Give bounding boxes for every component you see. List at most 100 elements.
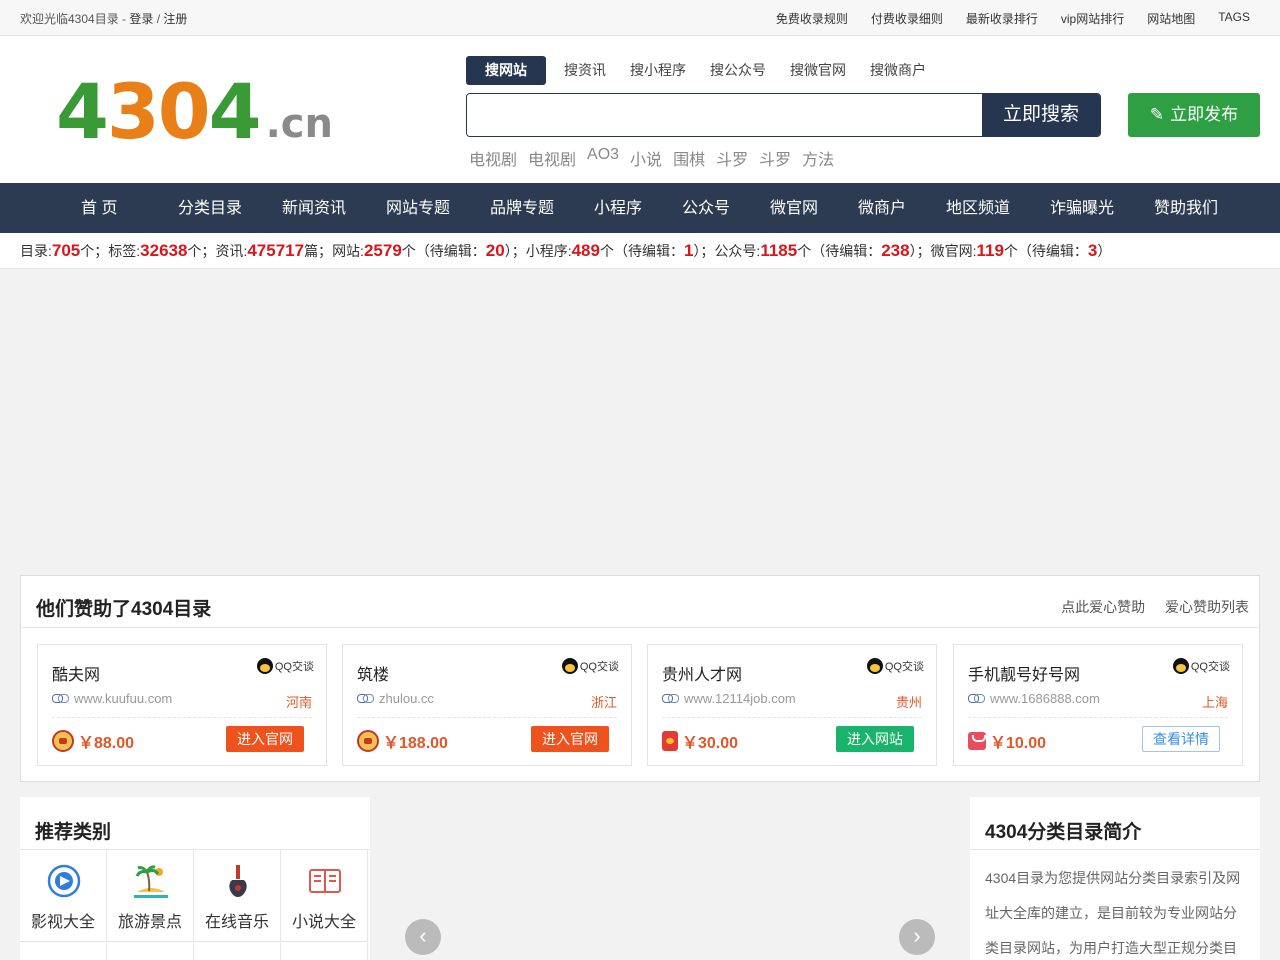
latest-ranking-link[interactable]: 最新收录排行 [966,10,1038,27]
site-logo[interactable]: 4 3 0 4 .cn [56,67,333,156]
qq-chat-button[interactable]: QQ交谈 [256,658,314,674]
qq-chat-button[interactable]: QQ交谈 [866,658,924,674]
visit-site-button[interactable]: 进入官网 [531,726,609,752]
sponsor-name[interactable]: 手机靓号好号网 [968,661,1080,685]
logo-digit: 3 [106,67,160,156]
sponsor-price: ￥10.00 [968,729,1046,753]
sponsor-url-text: www.12114job.com [684,691,796,706]
stat-value: 705 [51,241,81,260]
sponsor-url: www.kuufuu.com [52,691,172,706]
nav-micro-site[interactable]: 微官网 [770,183,818,233]
slider-next-button[interactable]: › [899,919,935,955]
recommended-categories: 推荐类别 影视大全 旅游景点 在线音乐 小说大全 [20,797,370,960]
tab-search-news[interactable]: 搜资讯 [552,56,618,85]
hot-keyword[interactable]: 方法 [802,146,834,170]
red-envelope-icon [662,731,678,751]
register-link[interactable]: 注册 [163,12,187,26]
category-film[interactable]: 影视大全 [20,850,107,942]
paid-rules-link[interactable]: 付费收录细则 [871,10,943,27]
visit-site-button[interactable]: 进入网站 [836,726,914,752]
sponsor-now-link[interactable]: 点此爱心赞助 [1061,599,1145,615]
sponsor-name[interactable]: 酷夫网 [52,661,100,685]
stat-value: 2579 [363,241,402,260]
logo-suffix: .cn [265,101,333,147]
tab-search-micro-merchant[interactable]: 搜微商户 [858,56,938,85]
sponsor-card: 筑楼 QQ交谈 zhulou.cc 浙江 ￥188.00 进入官网 [342,644,632,766]
qq-chat-button[interactable]: QQ交谈 [1172,658,1230,674]
search-input[interactable] [467,94,982,136]
island-icon [134,865,168,898]
film-icon [47,864,81,898]
qq-chat-button[interactable]: QQ交谈 [561,658,619,674]
sponsor-region: 浙江 [590,695,617,710]
sponsors-header: 他们赞助了4304目录 点此爱心赞助 爱心赞助列表 [21,576,1259,628]
nav-fraud-exposure[interactable]: 诈骗曝光 [1050,183,1114,233]
hot-keyword[interactable]: 电视剧 [528,146,576,170]
hot-keyword[interactable]: 围棋 [673,146,705,170]
category-travel[interactable]: 旅游景点 [107,850,194,942]
sponsors-links: 点此爱心赞助 爱心赞助列表 [1045,597,1249,617]
divider [970,849,1260,850]
nav-sponsor-us[interactable]: 赞助我们 [1154,183,1218,233]
stat-label: 公众号: [714,243,761,259]
visit-site-button[interactable]: 进入官网 [226,726,304,752]
stat-label: 目录: [20,243,52,259]
stat-value: 32638 [140,241,188,260]
view-details-button[interactable]: 查看详情 [1142,726,1220,752]
logo-digit: 0 [157,67,211,156]
tab-search-site[interactable]: 搜网站 [466,56,546,85]
stat-unit: 个（待编辑： [797,243,882,259]
hot-keyword[interactable]: 斗罗 [716,146,748,170]
hot-keyword[interactable]: AO3 [587,146,619,170]
ad-placeholder [0,270,1280,575]
hot-keyword[interactable]: 电视剧 [469,146,517,170]
tab-search-micro-site[interactable]: 搜微官网 [778,56,858,85]
sponsor-url: www.1686888.com [968,691,1100,706]
fortune-god-icon [52,730,74,752]
slider-prev-button[interactable]: ‹ [405,919,441,955]
sponsor-amount: ￥10.00 [990,735,1047,752]
hot-keyword[interactable]: 斗罗 [759,146,791,170]
category-label: 小说大全 [291,914,356,931]
stat-value: 475717 [247,241,305,260]
category-label: 旅游景点 [117,914,182,931]
vip-ranking-link[interactable]: vip网站排行 [1061,10,1124,27]
nav-news[interactable]: 新闻资讯 [282,183,346,233]
link-icon [968,694,985,703]
category-music[interactable]: 在线音乐 [194,850,281,942]
nav-categories[interactable]: 分类目录 [178,183,242,233]
qq-icon [561,658,578,674]
nav-home[interactable]: 首 页 [81,183,117,233]
nav-official-account[interactable]: 公众号 [682,183,730,233]
nav-region[interactable]: 地区频道 [946,183,1010,233]
free-rules-link[interactable]: 免费收录规则 [776,10,848,27]
sponsor-list-link[interactable]: 爱心赞助列表 [1165,599,1249,615]
nav-micro-merchant[interactable]: 微商户 [858,183,906,233]
sponsor-url: www.12114job.com [662,691,796,706]
nav-site-topics[interactable]: 网站专题 [386,183,450,233]
category-novel[interactable]: 小说大全 [281,850,368,942]
stat-label: 标签: [108,243,141,259]
qq-label: QQ交谈 [579,661,619,673]
divider [662,717,922,718]
top-bar: 欢迎光临4304目录 - 登录 / 注册 免费收录规则 付费收录细则 最新收录排… [0,0,1280,36]
top-links: 免费收录规则 付费收录细则 最新收录排行 vip网站排行 网站地图 TAGS [753,10,1250,27]
search-button[interactable]: 立即搜索 [982,94,1100,136]
publish-button[interactable]: ✎ 立即发布 [1128,93,1260,137]
category-cell [20,943,107,960]
tab-search-official-account[interactable]: 搜公众号 [698,56,778,85]
nav-brand-topics[interactable]: 品牌专题 [490,183,554,233]
sponsor-name[interactable]: 筑楼 [357,661,389,685]
hot-keyword[interactable]: 小说 [630,146,662,170]
sponsor-name[interactable]: 贵州人才网 [662,661,742,685]
nav-miniapp[interactable]: 小程序 [594,183,642,233]
stat-label: 资讯: [215,243,248,259]
stat-unit: 篇； [304,243,333,259]
tab-search-miniapp[interactable]: 搜小程序 [618,56,698,85]
stat-unit: ）； [504,243,526,259]
sitemap-link[interactable]: 网站地图 [1147,10,1195,27]
link-icon [357,694,374,703]
sponsor-card: 酷夫网 QQ交谈 www.kuufuu.com 河南 ￥88.00 进入官网 [37,644,327,766]
login-link[interactable]: 登录 [129,12,153,26]
tags-link[interactable]: TAGS [1218,10,1250,27]
